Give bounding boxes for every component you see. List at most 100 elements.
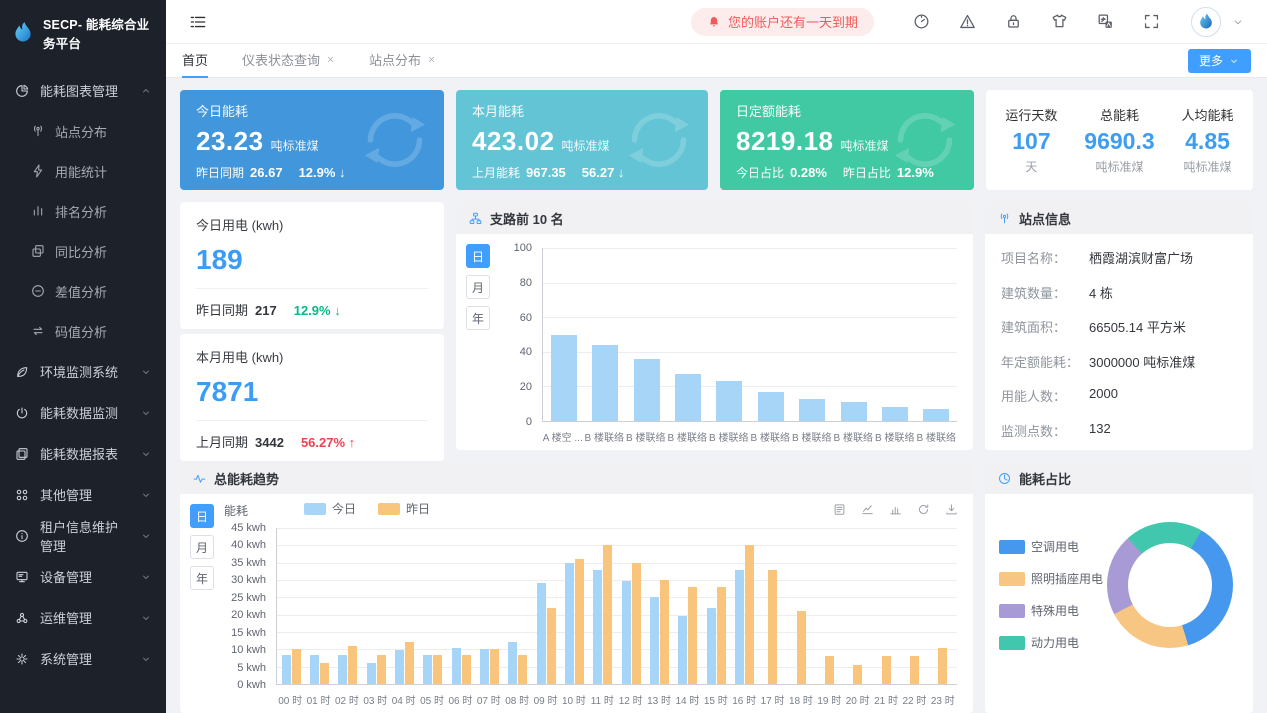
tab-仪表状态查询[interactable]: 仪表状态查询: [242, 44, 335, 78]
energy-trend-title: 总能耗趋势: [214, 469, 279, 488]
sidebar-item-0[interactable]: 能耗图表管理: [0, 70, 166, 111]
donut-legend-item-特殊用电[interactable]: 特殊用电: [999, 602, 1103, 619]
sidebar-subitem-label: 码值分析: [55, 322, 107, 341]
y-tick-label: 100: [514, 242, 532, 254]
collapse-sidebar-icon[interactable]: [188, 12, 208, 32]
lock-icon[interactable]: [1004, 12, 1023, 31]
tabs: 首页 仪表状态查询 站点分布: [182, 44, 436, 78]
refresh-icon[interactable]: [916, 502, 931, 517]
account-expiry-alert[interactable]: 您的账户还有一天到期: [691, 8, 874, 36]
tab-label: 仪表状态查询: [242, 50, 320, 69]
sidebar-subitem-排名分析[interactable]: 排名分析: [0, 191, 166, 231]
bar-昨日: [938, 648, 947, 684]
usage-compare-label: 上月同期: [196, 432, 248, 451]
bar-group: [735, 528, 754, 684]
donut-legend-item-动力用电[interactable]: 动力用电: [999, 634, 1103, 651]
donut-legend-item-空调用电[interactable]: 空调用电: [999, 538, 1103, 555]
more-tabs-button[interactable]: 更多: [1188, 49, 1251, 73]
sidebar-item-4[interactable]: 其他管理: [0, 474, 166, 515]
bar-group-cell: [362, 528, 390, 684]
legend-item-昨日[interactable]: 昨日: [378, 500, 430, 517]
leaf-icon: [14, 364, 30, 380]
sidebar-item-6[interactable]: 设备管理: [0, 556, 166, 597]
donut-legend-item-照明插座用电[interactable]: 照明插座用电: [999, 570, 1103, 587]
bar-group: [707, 528, 726, 684]
sidebar-subitem-站点分布[interactable]: 站点分布: [0, 111, 166, 151]
bar-group: [593, 528, 612, 684]
period-toggle-年[interactable]: 年: [466, 306, 490, 330]
kpi-footer-label: 昨日同期: [196, 164, 244, 181]
line-chart-icon[interactable]: [860, 502, 875, 517]
gauge-icon[interactable]: [912, 12, 931, 31]
branch-top10-header: 支路前 10 名: [456, 202, 973, 234]
legend-swatch: [999, 604, 1025, 618]
chevron-down-icon: [140, 489, 152, 501]
recycle-icon: [882, 98, 968, 187]
bar-昨日: [632, 563, 641, 684]
data-view-icon[interactable]: [832, 502, 847, 517]
shirt-icon[interactable]: [1050, 12, 1069, 31]
summary-stats-card: 运行天数107天总能耗9690.3吨标准煤人均能耗4.85吨标准煤: [986, 90, 1253, 190]
org-branch-icon: [468, 211, 483, 226]
tab-首页[interactable]: 首页: [182, 44, 208, 78]
bar-group-cell: [759, 528, 787, 684]
sidebar-item-label: 设备管理: [40, 567, 92, 586]
stat-unit: 吨标准煤: [1182, 158, 1234, 175]
sidebar-item-3[interactable]: 能耗数据报表: [0, 433, 166, 474]
bar-昨日: [575, 559, 584, 684]
legend-label: 今日: [332, 500, 356, 517]
bar: [758, 392, 784, 421]
avatar[interactable]: [1191, 7, 1221, 37]
bar-group-cell: [645, 528, 673, 684]
usage-compare-pct: 12.9% ↓: [294, 303, 341, 318]
sidebar-item-1[interactable]: 环境监测系统: [0, 351, 166, 392]
bar-chart-icon[interactable]: [888, 502, 903, 517]
sidebar-subitem-用能统计[interactable]: 用能统计: [0, 151, 166, 191]
bar-今日: [707, 608, 716, 684]
sidebar-item-label: 运维管理: [40, 608, 92, 627]
bar-今日: [338, 655, 347, 684]
chevron-down-icon: [140, 407, 152, 419]
x-axis-labels: A 楼空 ...B 楼联络B 楼联络B 楼联络B 楼联络B 楼联络B 楼联络B …: [542, 429, 957, 444]
site-info-label: 年定额能耗：: [1001, 352, 1089, 371]
sidebar-item-2[interactable]: 能耗数据监测: [0, 392, 166, 433]
x-tick-label: B 楼联络: [584, 429, 626, 444]
tab-close-icon[interactable]: [427, 55, 436, 64]
sidebar-subitem-码值分析[interactable]: 码值分析: [0, 311, 166, 351]
period-toggle-年[interactable]: 年: [190, 566, 214, 590]
sidebar-item-7[interactable]: 运维管理: [0, 597, 166, 638]
sidebar-item-8[interactable]: 系统管理: [0, 638, 166, 679]
tab-站点分布[interactable]: 站点分布: [369, 44, 436, 78]
sidebar-subitem-同比分析[interactable]: 同比分析: [0, 231, 166, 271]
bar-cell: [667, 248, 708, 421]
bar: [716, 381, 742, 421]
kpi-footer-label: 今日占比: [736, 164, 784, 181]
sidebar-subitem-label: 排名分析: [55, 202, 107, 221]
bar-今日: [452, 648, 461, 684]
warning-icon[interactable]: [958, 12, 977, 31]
x-tick-label: 11 时: [588, 692, 616, 707]
bar-昨日: [320, 663, 329, 684]
y-tick-label: 80: [520, 277, 532, 289]
tab-close-icon[interactable]: [326, 55, 335, 64]
kpi-footer-value: 0.28%: [790, 165, 827, 180]
translate-icon[interactable]: [1096, 12, 1115, 31]
fullscreen-icon[interactable]: [1142, 12, 1161, 31]
x-tick-label: 12 时: [617, 692, 645, 707]
site-info-label: 用能人数：: [1001, 386, 1089, 405]
bar-今日: [367, 663, 376, 684]
y-tick-label: 5 kwh: [237, 662, 266, 674]
kpi-row: 今日能耗23.23吨标准煤昨日同期26.6712.9% ↓本月能耗423.02吨…: [180, 90, 1253, 190]
sidebar-subitem-差值分析[interactable]: 差值分析: [0, 271, 166, 311]
site-info-row: 建筑数量：4 栋: [1001, 283, 1237, 302]
sidebar-item-5[interactable]: 租户信息维护管理: [0, 515, 166, 556]
download-icon[interactable]: [944, 502, 959, 517]
period-toggle-月[interactable]: 月: [190, 535, 214, 559]
user-menu-chevron-down-icon[interactable]: [1231, 15, 1245, 29]
period-toggle-日[interactable]: 日: [190, 504, 214, 528]
x-tick-label: 06 时: [446, 692, 474, 707]
period-toggle-月[interactable]: 月: [466, 275, 490, 299]
legend-item-今日[interactable]: 今日: [304, 500, 356, 517]
period-toggle-日[interactable]: 日: [466, 244, 490, 268]
bar-group: [622, 528, 641, 684]
